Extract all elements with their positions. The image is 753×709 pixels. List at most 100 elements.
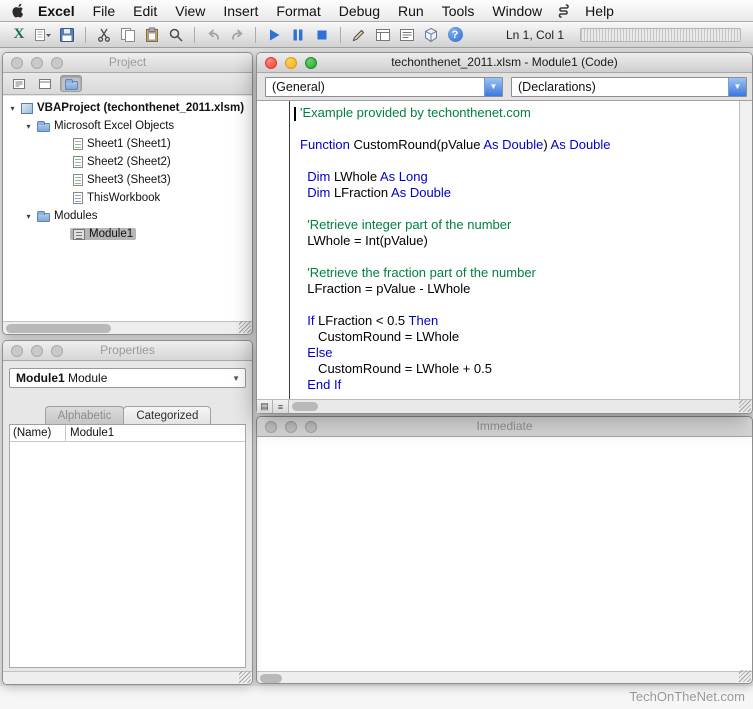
code-editor[interactable]: 'Example provided by techonthenet.com Fu… bbox=[257, 101, 739, 399]
tree-item-sheet1-sheet1[interactable]: Sheet1 (Sheet1) bbox=[3, 135, 252, 153]
properties-tabs: AlphabeticCategorized bbox=[9, 403, 246, 425]
disclosure-triangle-icon[interactable]: ▾ bbox=[23, 122, 34, 131]
excel-workbook-icon[interactable]: X bbox=[8, 25, 30, 45]
menu-item-excel[interactable]: Excel bbox=[29, 3, 84, 19]
project-hscrollbar[interactable] bbox=[3, 321, 252, 334]
break-icon[interactable] bbox=[287, 25, 309, 45]
redo-icon[interactable] bbox=[226, 25, 248, 45]
save-icon[interactable] bbox=[56, 25, 78, 45]
minimize-button[interactable] bbox=[285, 57, 297, 69]
view-code-icon[interactable] bbox=[8, 75, 30, 92]
reset-icon[interactable] bbox=[311, 25, 333, 45]
toggle-folders-icon[interactable] bbox=[60, 75, 82, 92]
code-line: CustomRound = LWhole bbox=[300, 329, 739, 345]
project-explorer-icon[interactable] bbox=[372, 25, 394, 45]
zoom-button[interactable] bbox=[305, 421, 317, 433]
tree-item-microsoft-excel-objects[interactable]: ▾Microsoft Excel Objects bbox=[3, 117, 252, 135]
menu-item-run[interactable]: Run bbox=[389, 3, 433, 19]
properties-window-icon[interactable] bbox=[396, 25, 418, 45]
properties-hscrollbar[interactable] bbox=[3, 671, 252, 684]
watermark: TechOnTheNet.com bbox=[629, 689, 745, 704]
code-lines: 'Example provided by techonthenet.com Fu… bbox=[291, 105, 739, 399]
find-icon[interactable] bbox=[165, 25, 187, 45]
property-row-name[interactable]: (Name)Module1 bbox=[10, 425, 245, 442]
resize-grip[interactable] bbox=[739, 400, 751, 412]
menu-item-edit[interactable]: Edit bbox=[124, 3, 166, 19]
immediate-pane[interactable] bbox=[257, 437, 752, 671]
tree-item-thisworkbook[interactable]: ThisWorkbook bbox=[3, 189, 252, 207]
run-sub-icon[interactable] bbox=[263, 25, 285, 45]
hscroll-trough[interactable] bbox=[289, 400, 752, 413]
full-module-view-icon[interactable]: ▤ bbox=[257, 400, 273, 413]
project-titlebar[interactable]: Project bbox=[3, 53, 252, 73]
close-button[interactable] bbox=[265, 57, 277, 69]
tab-alphabetic[interactable]: Alphabetic bbox=[45, 406, 125, 424]
design-mode-icon[interactable] bbox=[348, 25, 370, 45]
resize-grip[interactable] bbox=[239, 321, 251, 333]
code-hscrollbar[interactable]: ▤ ≡ bbox=[257, 399, 752, 413]
property-value[interactable]: Module1 bbox=[66, 425, 245, 441]
tree-item-label: ThisWorkbook bbox=[87, 192, 160, 204]
scrollbar-thumb[interactable] bbox=[6, 324, 111, 333]
immediate-titlebar[interactable]: Immediate bbox=[257, 417, 752, 437]
close-button[interactable] bbox=[265, 421, 277, 433]
script-menu-icon[interactable] bbox=[551, 4, 576, 18]
minimize-button[interactable] bbox=[31, 57, 43, 69]
cut-icon[interactable] bbox=[93, 25, 115, 45]
apple-menu-icon[interactable] bbox=[12, 3, 25, 18]
workbook-icon bbox=[73, 192, 83, 204]
paste-icon[interactable] bbox=[141, 25, 163, 45]
help-icon[interactable]: ? bbox=[444, 25, 466, 45]
code-vscrollbar[interactable] bbox=[739, 101, 752, 399]
scrollbar-thumb[interactable] bbox=[292, 402, 318, 411]
properties-grid: (Name)Module1 bbox=[9, 425, 246, 668]
code-titlebar[interactable]: techonthenet_2011.xlsm - Module1 (Code) bbox=[257, 53, 752, 73]
object-browser-icon[interactable] bbox=[420, 25, 442, 45]
scrollbar-thumb[interactable] bbox=[260, 674, 282, 683]
procedure-view-icon[interactable]: ≡ bbox=[273, 400, 289, 413]
tree-item-modules[interactable]: ▾Modules bbox=[3, 207, 252, 225]
properties-window: Properties Module1 Module ▼ AlphabeticCa… bbox=[2, 340, 253, 685]
tree-item-vbaproject-techonthenet-2011-xlsm[interactable]: ▾VBAProject (techonthenet_2011.xlsm) bbox=[3, 99, 252, 117]
zoom-button[interactable] bbox=[51, 345, 63, 357]
chevron-down-icon[interactable]: ▼ bbox=[728, 78, 746, 96]
close-button[interactable] bbox=[11, 345, 23, 357]
tree-item-module1[interactable]: Module1 bbox=[3, 225, 252, 243]
code-line: 'Retrieve integer part of the number bbox=[300, 217, 739, 233]
menu-item-debug[interactable]: Debug bbox=[330, 3, 389, 19]
menu-item-help[interactable]: Help bbox=[576, 3, 623, 19]
toolbar-separator bbox=[85, 27, 86, 43]
minimize-button[interactable] bbox=[31, 345, 43, 357]
menu-item-insert[interactable]: Insert bbox=[214, 3, 267, 19]
resize-grip[interactable] bbox=[739, 670, 751, 682]
close-button[interactable] bbox=[11, 57, 23, 69]
object-selector-dropdown[interactable]: Module1 Module ▼ bbox=[9, 368, 246, 388]
project-tree[interactable]: ▾VBAProject (techonthenet_2011.xlsm)▾Mic… bbox=[3, 96, 252, 321]
immediate-hscrollbar[interactable] bbox=[257, 671, 752, 683]
menu-item-format[interactable]: Format bbox=[267, 3, 329, 19]
copy-icon[interactable] bbox=[117, 25, 139, 45]
menu-item-tools[interactable]: Tools bbox=[433, 3, 484, 19]
tree-item-sheet3-sheet3[interactable]: Sheet3 (Sheet3) bbox=[3, 171, 252, 189]
view-object-icon[interactable] bbox=[34, 75, 56, 92]
menu-item-file[interactable]: File bbox=[84, 3, 125, 19]
properties-titlebar[interactable]: Properties bbox=[3, 341, 252, 361]
zoom-button[interactable] bbox=[51, 57, 63, 69]
disclosure-triangle-icon[interactable]: ▾ bbox=[7, 104, 18, 113]
chevron-down-icon[interactable]: ▼ bbox=[484, 78, 502, 96]
standard-toolbar: X? Ln 1, Col 1 bbox=[0, 22, 753, 48]
tab-categorized[interactable]: Categorized bbox=[123, 406, 211, 424]
minimize-button[interactable] bbox=[285, 421, 297, 433]
code-line bbox=[300, 249, 739, 265]
disclosure-triangle-icon[interactable]: ▾ bbox=[23, 212, 34, 221]
menu-item-window[interactable]: Window bbox=[483, 3, 551, 19]
menu-item-view[interactable]: View bbox=[166, 3, 214, 19]
zoom-button[interactable] bbox=[305, 57, 317, 69]
procedure-dropdown[interactable]: (Declarations) ▼ bbox=[511, 77, 747, 97]
resize-grip[interactable] bbox=[239, 671, 251, 683]
insert-object-icon[interactable] bbox=[32, 25, 54, 45]
undo-icon[interactable] bbox=[202, 25, 224, 45]
tree-item-sheet2-sheet2[interactable]: Sheet2 (Sheet2) bbox=[3, 153, 252, 171]
object-dropdown[interactable]: (General) ▼ bbox=[265, 77, 503, 97]
code-window-title: techonthenet_2011.xlsm - Module1 (Code) bbox=[391, 55, 618, 69]
